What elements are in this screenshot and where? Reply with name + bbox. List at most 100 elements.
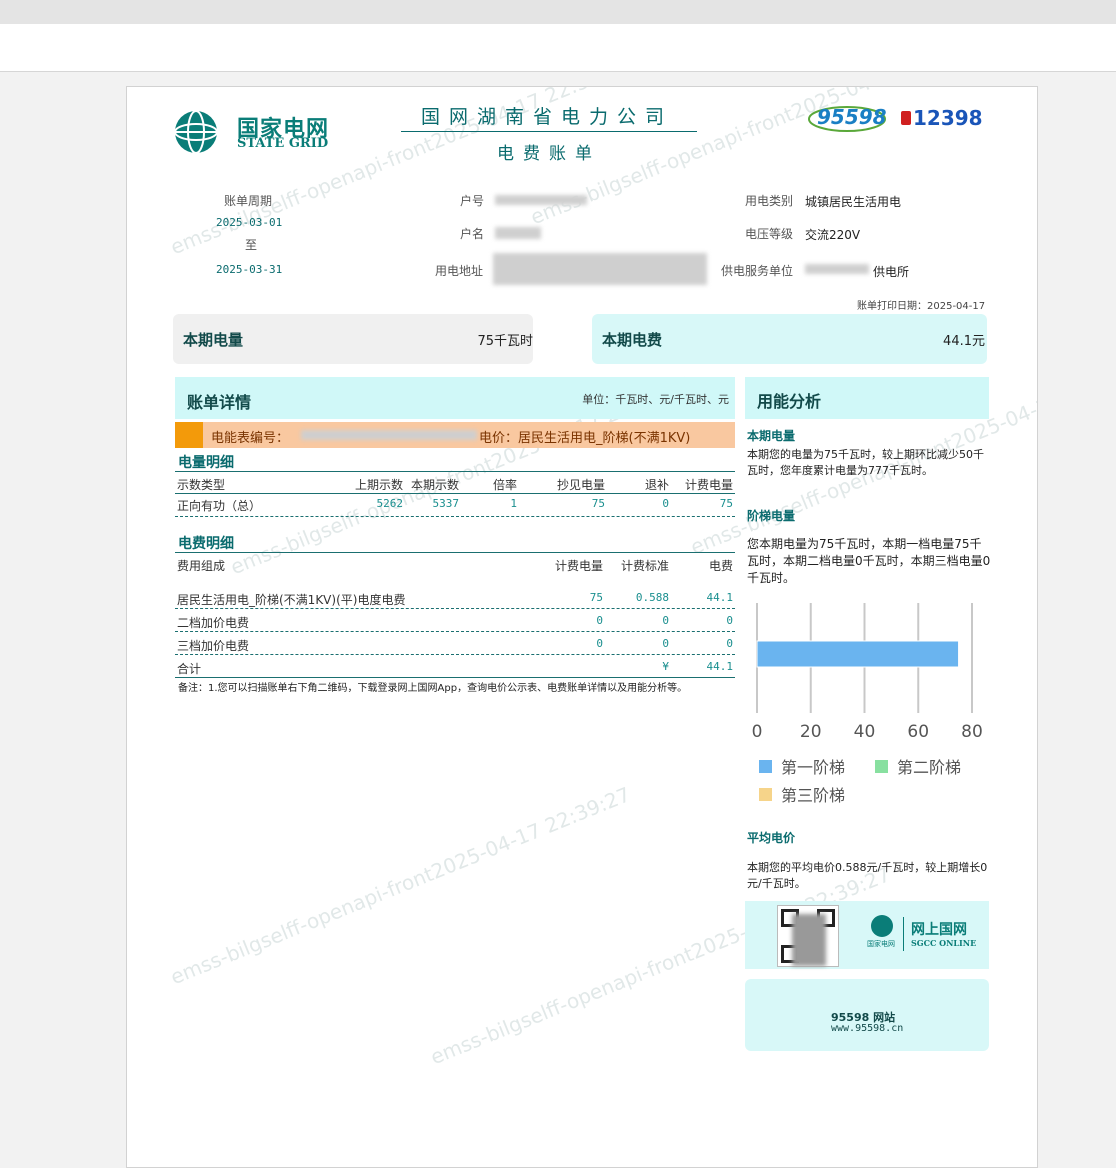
state-grid-logo <box>171 109 221 155</box>
browser-top-bar <box>0 0 1116 24</box>
fee-cell: 44.1 <box>706 660 734 673</box>
analysis-avg-title: 平均电价 <box>747 831 796 845</box>
usage-col-header: 抄见电量 <box>556 478 605 492</box>
logo-en-text: STATE GRID <box>237 136 329 151</box>
fee-section-title: 电费明细 <box>178 536 234 552</box>
hotline-95598: 95598 <box>817 105 887 129</box>
fee-summary-box: 本期电费 44.1元 <box>592 314 987 364</box>
bill-detail-header: 账单详情 单位：千瓦时、元/千瓦时、元 <box>175 377 735 419</box>
meter-prefix: 电能表编号： <box>211 431 290 446</box>
analysis-usage-text: 本期您的电量为75千瓦时，较上期环比减少50千瓦时，您年度累计电量为777千瓦时… <box>747 448 984 477</box>
usage-table-header: 示数类型 上期示数 本期示数 倍率 抄见电量 退补 计费电量 <box>175 473 735 493</box>
fee-cell: 0.588 <box>635 591 669 604</box>
usage-col-header: 上期示数 <box>354 478 403 492</box>
usage-summary-box: 本期电量 75千瓦时 <box>173 314 533 364</box>
fee-cell: 0 <box>662 614 669 627</box>
name-value-redacted <box>495 227 541 239</box>
meter-marker <box>175 422 203 448</box>
fee-cell: 居民生活用电_阶梯(不满1KV)(平)电度电费 <box>177 593 406 607</box>
chart-legend-swatch <box>759 788 772 801</box>
website-url: www.95598.cn <box>831 1023 904 1034</box>
usage-type-label: 用电类别 <box>745 194 794 208</box>
chart-legend-label: 第三阶梯 <box>781 786 845 805</box>
address-label: 用电地址 <box>435 264 484 278</box>
bill-title: 电费账单 <box>497 144 601 164</box>
fee-summary-value: 44.1元 <box>943 334 985 349</box>
usage-cell: 5262 <box>376 497 404 510</box>
meter-line: 电能表编号： 电价：居民生活用电_阶梯(不满1KV) <box>175 422 735 448</box>
usage-col-header: 示数类型 <box>177 478 226 492</box>
hotline-12398: 12398 <box>913 106 983 130</box>
fee-cell: 三档加价电费 <box>177 639 250 653</box>
name-label: 户名 <box>460 227 485 241</box>
fee-summary-label: 本期电费 <box>602 331 663 349</box>
hotline-12398-icon <box>901 111 911 125</box>
fee-cell: 0 <box>596 614 603 627</box>
voltage-value: 交流220V <box>805 228 861 242</box>
chart-legend-swatch <box>759 760 772 773</box>
meter-number-redacted <box>301 430 477 440</box>
fee-table-body: 居民生活用电_阶梯(不满1KV)(平)电度电费 75 0.588 44.1 二档加价电费… <box>175 574 735 678</box>
usage-table-body: 正向有功（总） 5262 5337 1 75 0 75 <box>175 494 735 517</box>
bill-note: 备注：1.您可以扫描账单右下角二维码，下载登录网上国网App，查询电价公示表、电… <box>178 683 688 694</box>
usage-col-header: 倍率 <box>492 478 517 492</box>
usage-cell: 75 <box>591 497 605 510</box>
chart-tick-label: 20 <box>800 722 822 742</box>
app-name-cn: 网上国网 <box>911 922 967 938</box>
period-end: 2025-03-31 <box>216 263 283 276</box>
usage-cell: 5337 <box>432 497 460 510</box>
app-box: 国家电网 网上国网 SGCC ONLINE <box>745 901 989 969</box>
supplier-label: 供电服务单位 <box>721 264 794 278</box>
watermark: emss-bilgselff-openapi-front2025-04-17 2… <box>167 782 634 990</box>
fee-table-header: 费用组成 计费电量 计费标准 电费 <box>175 554 735 574</box>
usage-table-top <box>175 471 735 472</box>
usage-col-header: 计费电量 <box>684 478 733 492</box>
website-box[interactable]: 95598 网站 www.95598.cn <box>745 979 989 1051</box>
period-to: 至 <box>245 238 258 252</box>
analysis-tier-title: 阶梯电量 <box>747 509 796 523</box>
supplier-value-redacted <box>805 264 869 274</box>
fee-cell: 合计 <box>177 662 202 676</box>
supplier-value: 供电所 <box>873 265 910 279</box>
chart-legend-label: 第一阶梯 <box>781 758 845 777</box>
usage-cell: 1 <box>510 497 517 510</box>
fee-cell: 0 <box>726 637 733 650</box>
usage-summary-value: 75千瓦时 <box>477 334 533 349</box>
voltage-label: 电压等级 <box>745 227 794 241</box>
chart-legend-label: 第二阶梯 <box>897 758 961 777</box>
fee-cell: 75 <box>589 591 603 604</box>
analysis-header: 用能分析 <box>745 377 989 419</box>
viewer-toolbar <box>0 24 1116 72</box>
app-divider <box>903 917 904 951</box>
title-divider <box>401 131 697 132</box>
account-label: 户号 <box>460 194 485 208</box>
chart-tick-label: 0 <box>752 722 763 742</box>
usage-cell: 0 <box>662 497 669 510</box>
usage-section-title: 电量明细 <box>178 455 234 471</box>
app-name-en: SGCC ONLINE <box>911 938 977 948</box>
fee-col-header: 计费电量 <box>554 559 603 573</box>
chart-legend-swatch <box>875 760 888 773</box>
usage-type-value: 城镇居民生活用电 <box>805 195 902 209</box>
period-label: 账单周期 <box>224 194 273 208</box>
usage-summary-label: 本期电量 <box>183 331 244 349</box>
app-logo-text: 国家电网 <box>867 940 895 948</box>
fee-table-top <box>175 552 735 553</box>
bill-page: emss-bilgselff-openapi-front2025-04-17 2… <box>126 86 1038 1168</box>
fee-cell: 0 <box>662 637 669 650</box>
qr-code[interactable] <box>777 905 839 967</box>
fee-col-header: 费用组成 <box>177 559 226 573</box>
tier-chart: 0 20 40 60 80 第一阶梯 第二阶梯第三阶梯 <box>752 603 983 805</box>
chart-tick-label: 60 <box>907 722 929 742</box>
account-value-redacted <box>495 195 587 205</box>
chart-bar-1 <box>756 640 960 668</box>
fee-col-header: 电费 <box>708 559 733 573</box>
fee-cell: 0 <box>596 637 603 650</box>
usage-table: 示数类型 上期示数 本期示数 倍率 抄见电量 退补 计费电量 正向有功（总） 5262 5337… <box>175 473 735 517</box>
fee-table-row: 合计 ¥44.1 <box>175 655 735 678</box>
analysis-usage-title: 本期电量 <box>747 429 796 443</box>
bill-detail-title: 账单详情 <box>187 393 252 412</box>
fee-table-row: 居民生活用电_阶梯(不满1KV)(平)电度电费 75 0.588 44.1 <box>175 574 735 609</box>
chart-tick-label: 40 <box>854 722 876 742</box>
print-date: 账单打印日期：2025-04-17 <box>857 301 986 312</box>
